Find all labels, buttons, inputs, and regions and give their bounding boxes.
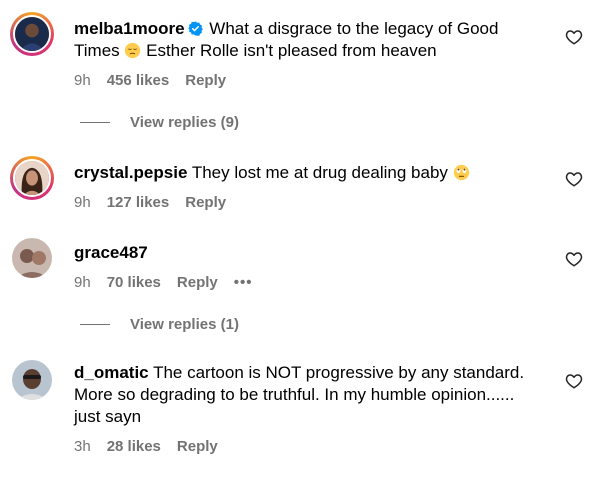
heart-outline-icon[interactable] (565, 372, 583, 390)
comment-time: 9h (74, 274, 91, 291)
comment-text: d_omatic The cartoon is NOT progressive … (74, 362, 544, 428)
comment-text-part: They lost me at drug dealing baby (191, 163, 448, 182)
comment-time: 3h (74, 438, 91, 455)
comment-text: melba1moore What a disgrace to the legac… (74, 18, 544, 62)
view-replies-label: View replies (1) (130, 316, 239, 333)
comment-item: melba1moore What a disgrace to the legac… (0, 0, 595, 150)
more-options-icon[interactable]: ••• (234, 274, 253, 292)
comment-item: crystal.pepsie They lost me at drug deal… (0, 150, 595, 230)
comment-username[interactable]: crystal.pepsie (74, 163, 187, 182)
reply-button[interactable]: Reply (185, 194, 226, 212)
verified-badge-icon (187, 21, 203, 36)
view-replies-label: View replies (9) (130, 114, 239, 131)
comment-time: 9h (74, 72, 91, 89)
reply-button[interactable]: Reply (177, 438, 218, 456)
comment-meta: 9h 127 likes Reply (74, 194, 226, 212)
likes-count[interactable]: 28 likes (107, 438, 161, 456)
comment-meta: 3h 28 likes Reply (74, 438, 218, 456)
divider-line (80, 122, 110, 123)
avatar[interactable] (10, 156, 54, 200)
avatar[interactable] (12, 238, 52, 278)
comment-item: grace487 9h 70 likes Reply ••• View repl… (0, 230, 595, 350)
comment-meta: 9h 70 likes Reply ••• (74, 274, 253, 292)
likes-count[interactable]: 456 likes (107, 72, 170, 90)
likes-count[interactable]: 127 likes (107, 194, 170, 212)
eye-roll-face-icon (453, 164, 469, 181)
avatar[interactable] (10, 12, 54, 56)
comment-time: 9h (74, 194, 91, 211)
pensive-face-icon (125, 42, 141, 59)
reply-button[interactable]: Reply (177, 274, 218, 292)
heart-outline-icon[interactable] (565, 250, 583, 268)
view-replies-button[interactable]: View replies (1) (80, 316, 239, 333)
divider-line (80, 324, 110, 325)
view-replies-button[interactable]: View replies (9) (80, 114, 239, 131)
heart-outline-icon[interactable] (565, 170, 583, 188)
comment-text: grace487 (74, 242, 544, 264)
reply-button[interactable]: Reply (185, 72, 226, 90)
avatar[interactable] (12, 360, 52, 400)
heart-outline-icon[interactable] (565, 28, 583, 46)
comment-meta: 9h 456 likes Reply (74, 72, 226, 90)
comment-text-part: Esther Rolle isn't pleased from heaven (146, 41, 437, 60)
comment-username[interactable]: grace487 (74, 243, 148, 262)
comment-text: crystal.pepsie They lost me at drug deal… (74, 162, 544, 184)
comment-username[interactable]: melba1moore (74, 19, 185, 38)
comment-item: d_omatic The cartoon is NOT progressive … (0, 350, 595, 478)
comment-username[interactable]: d_omatic (74, 363, 149, 382)
likes-count[interactable]: 70 likes (107, 274, 161, 292)
